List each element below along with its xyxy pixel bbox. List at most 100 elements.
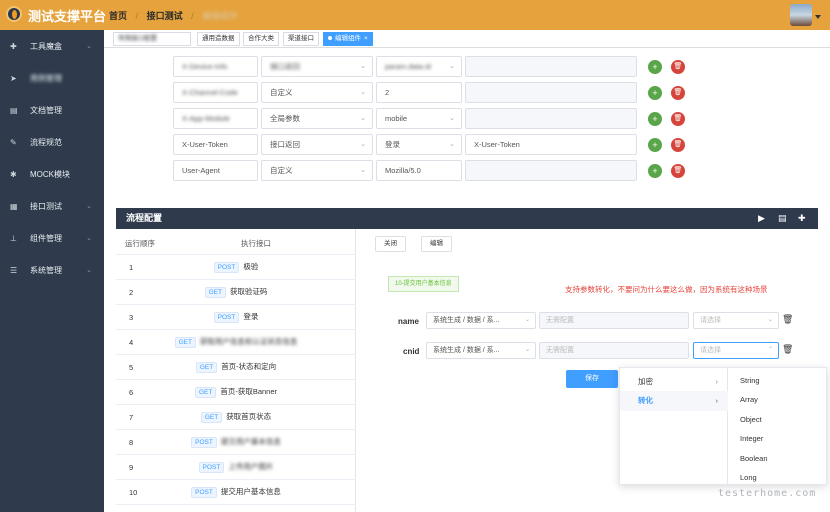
delete-row-button[interactable]: 🗑 <box>671 86 685 100</box>
cascader-option-boolean[interactable]: Boolean <box>728 449 828 469</box>
table-row[interactable]: 2 GET 获取验证码 <box>116 280 356 305</box>
table-row[interactable]: 1 POST 极验 <box>116 255 356 280</box>
cascader-level1: 加密 › 转化 › <box>620 368 728 486</box>
breadcrumb-section[interactable]: 接口测试 <box>147 11 183 21</box>
app-title: 测试支撑平台 <box>28 9 107 24</box>
breadcrumb-current: 编辑组件 <box>202 11 239 21</box>
param-value-input[interactable]: Mozilla/5.0 <box>376 160 462 181</box>
table-row[interactable]: 8 POST 提交用户基本信息 <box>116 430 356 455</box>
sidebar-item-label: 流程规范 <box>30 137 62 147</box>
cascader-option-integer[interactable]: Integer <box>728 429 828 449</box>
sidebar-item-label: 接口测试 <box>30 201 62 211</box>
step-api: POST 上传用户图片 <box>116 461 356 473</box>
close-button[interactable]: 关闭 <box>375 236 406 252</box>
param-extra-input[interactable] <box>465 56 637 77</box>
chevron-down-icon: ⌄ <box>360 115 366 122</box>
chevron-down-icon: ⌄ <box>360 89 366 96</box>
param-name-input[interactable]: X-Device-Info <box>173 56 258 77</box>
table-row[interactable]: 9 POST 上传用户图片 <box>116 455 356 480</box>
document-icon: ▤ <box>10 105 18 115</box>
list-icon: ☰ <box>10 265 18 275</box>
sidebar-item-components[interactable]: ⊥ 组件管理 ⌄ <box>0 228 104 248</box>
tab-common-api[interactable]: 常用接口配置 <box>113 32 191 46</box>
cascader-option-long[interactable]: Long <box>728 468 828 488</box>
sidebar-item-tools[interactable]: ✚ 工具魔盒 ⌄ <box>0 36 104 56</box>
close-icon[interactable]: × <box>364 35 368 42</box>
param-value-input[interactable]: 2 <box>376 82 462 103</box>
edit-button[interactable]: 编辑 <box>421 236 452 252</box>
add-row-button[interactable]: + <box>648 112 662 126</box>
delete-row-button[interactable]: 🗑 <box>671 112 685 126</box>
source-cascader[interactable]: 系统生成 / 数据 / 系... ⌄ <box>426 312 536 329</box>
document-icon[interactable]: ▤ <box>778 208 787 229</box>
delete-row-button[interactable]: 🗑 <box>671 138 685 152</box>
config-input[interactable]: 无需配置 <box>539 342 689 359</box>
param-name-input[interactable]: X-User-Token <box>173 134 258 155</box>
param-name-input[interactable]: User-Agent <box>173 160 258 181</box>
param-type-select[interactable]: 全局参数 ⌄ <box>261 108 373 129</box>
add-row-button[interactable]: + <box>648 86 662 100</box>
source-cascader[interactable]: 系统生成 / 数据 / 系... ⌄ <box>426 342 536 359</box>
sidebar-item-docs[interactable]: ▤ 文档管理 <box>0 100 104 120</box>
plus-icon[interactable]: ✚ <box>798 208 806 229</box>
add-row-button[interactable]: + <box>648 60 662 74</box>
tab-channel-api[interactable]: 渠道接口 <box>283 32 319 46</box>
sidebar-item-mock[interactable]: ✱ MOCK模块 <box>0 164 104 184</box>
param-type-select[interactable]: 接口返回 ⌄ <box>261 134 373 155</box>
play-icon[interactable]: ▶ <box>758 208 765 229</box>
trash-icon[interactable]: 🗑 <box>782 314 793 325</box>
chevron-down-icon: ⌄ <box>360 167 366 174</box>
table-row[interactable]: 6 GET 首页-获取Banner <box>116 380 356 405</box>
param-type-select[interactable]: 自定义 ⌄ <box>261 160 373 181</box>
save-button[interactable]: 保存 <box>566 370 618 388</box>
param-type-select[interactable]: 接口返回 ⌄ <box>261 56 373 77</box>
chevron-down-icon: ⌄ <box>86 235 92 242</box>
convert-select[interactable]: 请选择 ⌄ <box>693 312 779 329</box>
delete-row-button[interactable]: 🗑 <box>671 164 685 178</box>
step-api: GET 获取用户信息和认证状态信息 <box>116 336 356 348</box>
add-row-button[interactable]: + <box>648 164 662 178</box>
api-name: 极验 <box>243 262 259 271</box>
cascader-option-convert[interactable]: 转化 › <box>620 391 728 411</box>
param-value-select[interactable]: param.data.id ⌄ <box>376 56 462 77</box>
config-input[interactable]: 无需配置 <box>539 312 689 329</box>
param-type-select[interactable]: 自定义 ⌄ <box>261 82 373 103</box>
table-row[interactable]: 5 GET 首页-状态和定向 <box>116 355 356 380</box>
avatar[interactable] <box>790 4 812 26</box>
breadcrumb-separator: / <box>135 11 139 21</box>
sidebar-item-process[interactable]: ✎ 流程规范 <box>0 132 104 152</box>
selected-step-tag: 10-提交用户基本信息 <box>388 276 459 292</box>
table-row[interactable]: 10 POST 提交用户基本信息 <box>116 480 356 505</box>
table-row[interactable]: 3 POST 登录 <box>116 305 356 330</box>
method-badge: POST <box>213 312 240 323</box>
bug-icon: ✱ <box>10 169 17 179</box>
param-name-input[interactable]: X-App-Module <box>173 108 258 129</box>
breadcrumb-home[interactable]: 首页 <box>109 11 127 21</box>
param-extra-input[interactable]: X-User-Token <box>465 134 637 155</box>
convert-select[interactable]: 请选择 ⌃ <box>693 342 779 359</box>
sidebar-item-api-test[interactable]: ▦ 接口测试 ⌄ <box>0 196 104 216</box>
param-value-select[interactable]: 登录 ⌄ <box>376 134 462 155</box>
tab-edit-component[interactable]: 编辑组件 × <box>323 32 373 46</box>
sidebar-item-cases[interactable]: ➤ 用例管理 <box>0 68 104 88</box>
trash-icon[interactable]: 🗑 <box>782 344 793 355</box>
caret-down-icon[interactable] <box>815 15 821 19</box>
cascader-option-encrypt[interactable]: 加密 › <box>620 372 728 392</box>
param-extra-input[interactable] <box>465 82 637 103</box>
delete-row-button[interactable]: 🗑 <box>671 60 685 74</box>
cascader-option-string[interactable]: String <box>728 371 828 391</box>
param-extra-input[interactable] <box>465 108 637 129</box>
param-extra-input[interactable] <box>465 160 637 181</box>
tab-common-data[interactable]: 通用造数据 <box>197 32 240 46</box>
chevron-down-icon: ⌄ <box>767 317 773 323</box>
param-value-select[interactable]: mobile ⌄ <box>376 108 462 129</box>
sidebar-item-system[interactable]: ☰ 系统管理 ⌄ <box>0 260 104 280</box>
tab-partner[interactable]: 合作大类 <box>243 32 279 46</box>
param-name-input[interactable]: X-Channel-Code <box>173 82 258 103</box>
add-row-button[interactable]: + <box>648 138 662 152</box>
table-row[interactable]: 7 GET 获取首页状态 <box>116 405 356 430</box>
method-badge: GET <box>195 362 218 373</box>
cascader-option-array[interactable]: Array <box>728 390 828 410</box>
table-row[interactable]: 4 GET 获取用户信息和认证状态信息 <box>116 330 356 355</box>
cascader-option-object[interactable]: Object <box>728 410 828 430</box>
